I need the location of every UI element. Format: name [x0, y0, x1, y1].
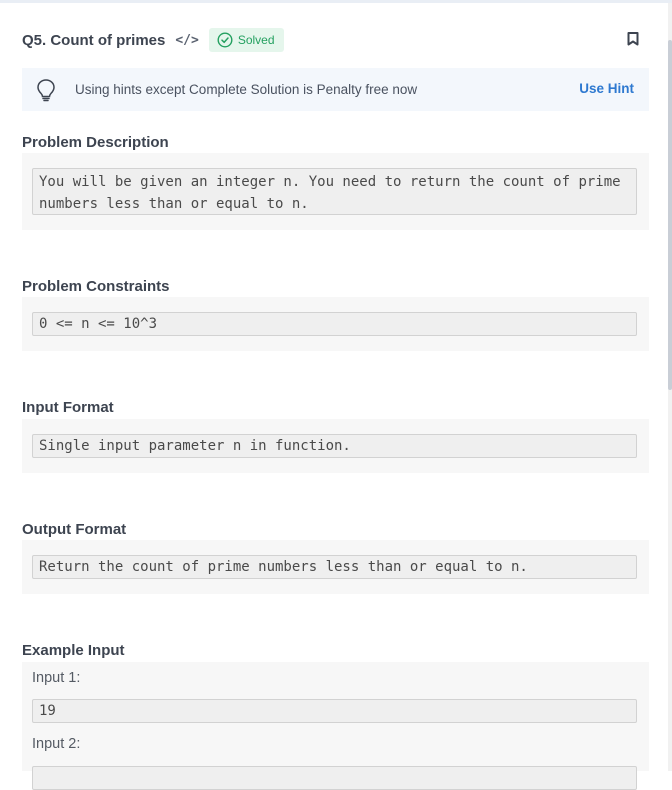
input-format-panel: Single input parameter n in function. [22, 419, 649, 473]
section-title-constraints: Problem Constraints [22, 278, 170, 295]
hint-message: Using hints except Complete Solution is … [75, 82, 418, 97]
code-icon[interactable]: </> [175, 33, 198, 48]
input-label: Input 1: [32, 670, 81, 686]
problem-title: Q5. Count of primes [22, 31, 166, 49]
input-value [32, 766, 637, 790]
section-title-example-input: Example Input [22, 642, 125, 659]
scrollbar-thumb[interactable] [668, 40, 672, 390]
status-label: Solved [237, 33, 275, 47]
top-border [0, 0, 672, 3]
description-text: You will be given an integer n. You need… [32, 168, 637, 215]
problem-header: Q5. Count of primes </> Solved [22, 26, 649, 54]
input-label: Input 2: [32, 736, 81, 752]
section-title-input-format: Input Format [22, 399, 114, 416]
constraints-text: 0 <= n <= 10^3 [32, 312, 637, 336]
input-format-text: Single input parameter n in function. [32, 434, 637, 458]
use-hint-button[interactable]: Use Hint [579, 81, 634, 96]
description-panel: You will be given an integer n. You need… [22, 153, 649, 230]
section-title-output-format: Output Format [22, 521, 127, 538]
section-title-description: Problem Description [22, 134, 169, 151]
bookmark-icon[interactable] [627, 32, 639, 51]
example-input-panel: Input 1: 19 Input 2: [22, 662, 649, 790]
lightbulb-icon [37, 78, 55, 101]
hint-bar: Using hints except Complete Solution is … [22, 68, 649, 111]
input-value: 19 [32, 699, 637, 723]
output-format-panel: Return the count of prime numbers less t… [22, 540, 649, 594]
constraints-panel: 0 <= n <= 10^3 [22, 297, 649, 351]
output-format-text: Return the count of prime numbers less t… [32, 555, 637, 579]
check-circle-icon [217, 32, 233, 48]
status-badge: Solved [208, 28, 284, 52]
